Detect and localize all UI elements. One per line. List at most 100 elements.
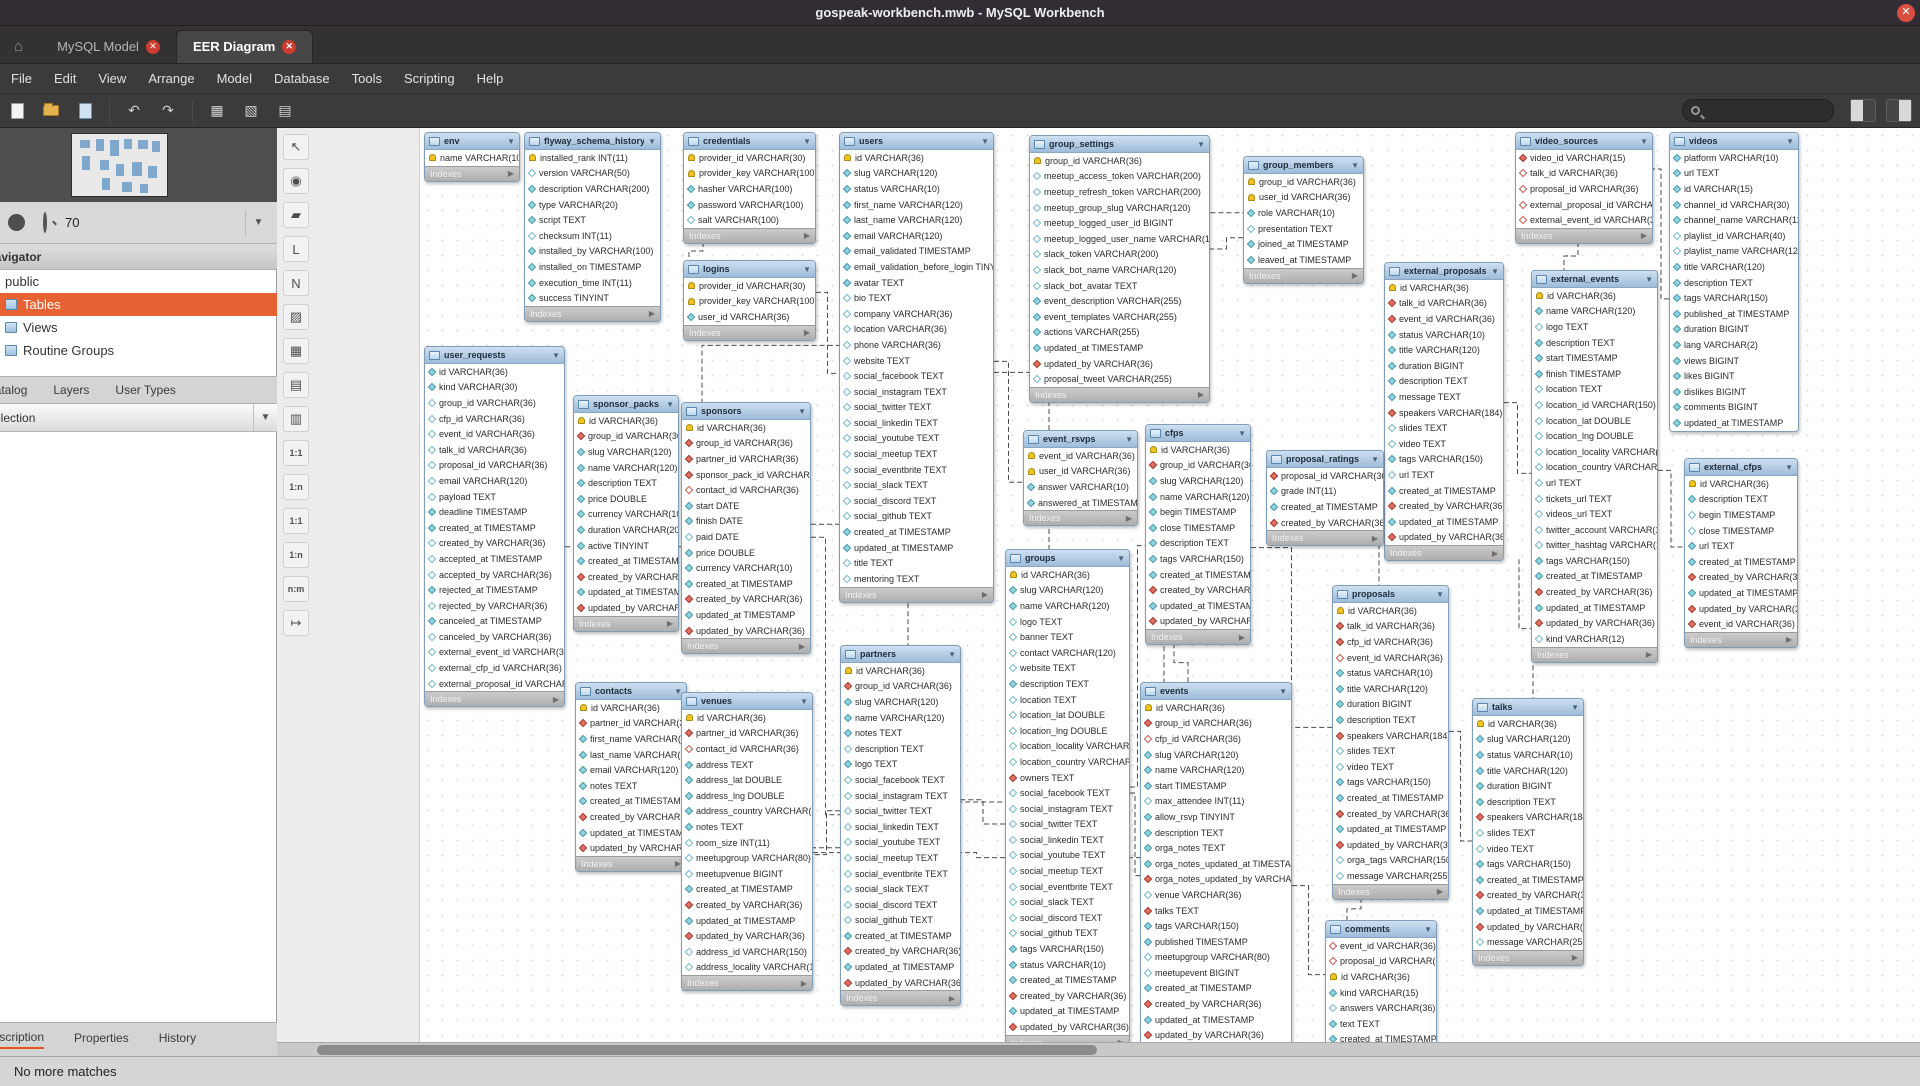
sidebar-item-tables[interactable]: Tables xyxy=(0,293,277,316)
collapse-arrow-icon[interactable]: ▼ xyxy=(1640,137,1648,146)
table-header[interactable]: sponsor_packs ▼ xyxy=(574,396,678,413)
menu-arrange[interactable]: Arrange xyxy=(137,66,205,91)
collapse-arrow-icon[interactable]: ▼ xyxy=(552,351,560,360)
collapse-arrow-icon[interactable]: ▼ xyxy=(1117,554,1125,563)
table-events[interactable]: events ▼ id VARCHAR(36) group_id VARCHAR(36… xyxy=(1140,682,1292,1056)
table-group_members[interactable]: group_members ▼ group_id VARCHAR(36) user_i… xyxy=(1243,156,1364,284)
indexes-row[interactable]: Indexes▶ xyxy=(841,990,960,1006)
table-proposal_ratings[interactable]: proposal_ratings ▼ proposal_id VARCHAR(36)… xyxy=(1266,450,1384,547)
collapse-arrow-icon[interactable]: ▼ xyxy=(948,650,956,659)
indexes-row[interactable]: Indexes▶ xyxy=(684,227,815,243)
birdseye-panel[interactable] xyxy=(0,128,277,202)
indexes-row[interactable]: Indexes▶ xyxy=(425,165,519,181)
table-header[interactable]: venues ▼ xyxy=(682,693,812,710)
new-document-button[interactable] xyxy=(4,99,30,123)
table-header[interactable]: env ▼ xyxy=(425,133,519,150)
expand-arrow-icon[interactable]: ▶ xyxy=(1646,650,1652,659)
redo-button[interactable]: ↷ xyxy=(155,99,181,123)
menu-help[interactable]: Help xyxy=(466,66,515,91)
sidebar-item-routine-groups[interactable]: Routine Groups xyxy=(0,339,277,362)
table-header[interactable]: contacts ▼ xyxy=(576,683,686,700)
table-external_cfps[interactable]: external_cfps ▼ id VARCHAR(36) description … xyxy=(1684,458,1798,648)
sidebar-item-views[interactable]: Views xyxy=(0,316,277,339)
schema-item[interactable]: public xyxy=(0,270,277,293)
menu-model[interactable]: Model xyxy=(206,66,263,91)
table-header[interactable]: users ▼ xyxy=(840,133,993,150)
table-external_proposals[interactable]: external_proposals ▼ id VARCHAR(36) talk_id… xyxy=(1384,262,1504,562)
indexes-row[interactable]: Indexes▶ xyxy=(1333,883,1448,899)
tab-eer-diagram[interactable]: EER Diagram ✕ xyxy=(175,30,314,63)
table-groups[interactable]: groups ▼ id VARCHAR(36) slug VARCHAR(120) na… xyxy=(1005,549,1130,1051)
menu-scripting[interactable]: Scripting xyxy=(393,66,466,91)
tab-layers[interactable]: Layers xyxy=(53,383,89,397)
menu-tools[interactable]: Tools xyxy=(341,66,393,91)
table-header[interactable]: event_rsvps ▼ xyxy=(1024,431,1137,448)
table-header[interactable]: sponsors ▼ xyxy=(682,403,810,420)
tab-user-types[interactable]: User Types xyxy=(115,383,175,397)
table-header[interactable]: groups ▼ xyxy=(1006,550,1129,567)
expand-arrow-icon[interactable]: ▶ xyxy=(982,590,988,599)
table-header[interactable]: group_members ▼ xyxy=(1244,157,1363,174)
tab-description[interactable]: Description xyxy=(0,1030,45,1049)
collapse-arrow-icon[interactable]: ▼ xyxy=(1645,275,1653,284)
zoom-dropdown-arrow-icon[interactable]: ▼ xyxy=(245,209,271,236)
indexes-row[interactable]: Indexes▶ xyxy=(425,691,564,707)
tab-catalog[interactable]: Catalog xyxy=(0,383,27,397)
expand-arrow-icon[interactable]: ▶ xyxy=(799,642,805,651)
export-document-button[interactable] xyxy=(72,99,98,123)
collapse-arrow-icon[interactable]: ▼ xyxy=(798,407,806,416)
table-comments[interactable]: comments ▼ event_id VARCHAR(36) proposal_id… xyxy=(1325,920,1437,1056)
indexes-row[interactable]: Indexes▶ xyxy=(1473,949,1583,965)
table-external_events[interactable]: external_events ▼ id VARCHAR(36) name VARCH… xyxy=(1531,270,1658,663)
tab-close-icon[interactable]: ✕ xyxy=(282,39,297,54)
collapse-arrow-icon[interactable]: ▼ xyxy=(1786,137,1794,146)
collapse-arrow-icon[interactable]: ▼ xyxy=(1491,267,1499,276)
table-event_rsvps[interactable]: event_rsvps ▼ event_id VARCHAR(36) user_id … xyxy=(1023,430,1138,527)
window-close-icon[interactable]: ✕ xyxy=(1897,4,1915,22)
indexes-row[interactable]: Indexes▶ xyxy=(525,305,660,321)
rel-1-1-identifying-tool[interactable]: 1:1 xyxy=(283,508,309,534)
tab-properties[interactable]: Properties xyxy=(74,1031,129,1048)
table-talks[interactable]: talks ▼ id VARCHAR(36) slug VARCHAR(120) sta… xyxy=(1472,698,1584,966)
expand-arrow-icon[interactable]: ▶ xyxy=(1437,887,1443,896)
eraser-tool[interactable]: ▰ xyxy=(283,202,309,228)
table-header[interactable]: external_proposals ▼ xyxy=(1385,263,1503,280)
grid-snap-button[interactable]: ▦ xyxy=(204,99,230,123)
expand-arrow-icon[interactable]: ▶ xyxy=(1239,633,1245,642)
table-header[interactable]: credentials ▼ xyxy=(684,133,815,150)
indexes-row[interactable]: Indexes▶ xyxy=(1024,510,1137,526)
indexes-row[interactable]: Indexes▶ xyxy=(682,638,810,654)
collapse-arrow-icon[interactable]: ▼ xyxy=(1371,455,1379,464)
menu-edit[interactable]: Edit xyxy=(43,66,87,91)
table-logins[interactable]: logins ▼ provider_id VARCHAR(30) provider_k… xyxy=(683,260,816,341)
expand-arrow-icon[interactable]: ▶ xyxy=(1492,549,1498,558)
rel-1-1-non-identifying-tool[interactable]: 1:1 xyxy=(283,440,309,466)
menu-file[interactable]: File xyxy=(0,66,43,91)
table-header[interactable]: proposals ▼ xyxy=(1333,586,1448,603)
table-video_sources[interactable]: video_sources ▼ video_id VARCHAR(15) talk_i… xyxy=(1515,132,1653,244)
collapse-arrow-icon[interactable]: ▼ xyxy=(1436,590,1444,599)
toggle-sidebar-button[interactable] xyxy=(1850,99,1876,122)
table-header[interactable]: external_cfps ▼ xyxy=(1685,459,1797,476)
table-tool[interactable]: ▦ xyxy=(283,338,309,364)
home-icon[interactable]: ⌂ xyxy=(14,38,23,55)
collapse-arrow-icon[interactable]: ▼ xyxy=(803,265,811,274)
table-flyway_schema_history[interactable]: flyway_schema_history ▼ installed_rank INT… xyxy=(524,132,661,322)
expand-arrow-icon[interactable]: ▶ xyxy=(1641,231,1647,240)
expand-arrow-icon[interactable]: ▶ xyxy=(949,994,955,1003)
table-users[interactable]: users ▼ id VARCHAR(36) slug VARCHAR(120) sta… xyxy=(839,132,994,603)
table-header[interactable]: cfps ▼ xyxy=(1146,425,1250,442)
pointer-tool[interactable]: ↖ xyxy=(283,134,309,160)
table-cfps[interactable]: cfps ▼ id VARCHAR(36) group_id VARCHAR(36) s… xyxy=(1145,424,1251,646)
indexes-row[interactable]: Indexes▶ xyxy=(1532,646,1657,662)
layer-tool[interactable]: L xyxy=(283,236,309,262)
indexes-row[interactable]: Indexes▶ xyxy=(576,855,686,871)
routine-group-tool[interactable]: ▥ xyxy=(283,406,309,432)
rel-1-n-identifying-tool[interactable]: 1:n xyxy=(283,542,309,568)
indexes-row[interactable]: Indexes▶ xyxy=(684,324,815,340)
expand-arrow-icon[interactable]: ▶ xyxy=(1126,514,1132,523)
view-tool[interactable]: ▤ xyxy=(283,372,309,398)
collapse-arrow-icon[interactable]: ▼ xyxy=(666,400,674,409)
table-user_requests[interactable]: user_requests ▼ id VARCHAR(36) kind VARCHAR… xyxy=(424,346,565,708)
rel-1-n-non-identifying-tool[interactable]: 1:n xyxy=(283,474,309,500)
